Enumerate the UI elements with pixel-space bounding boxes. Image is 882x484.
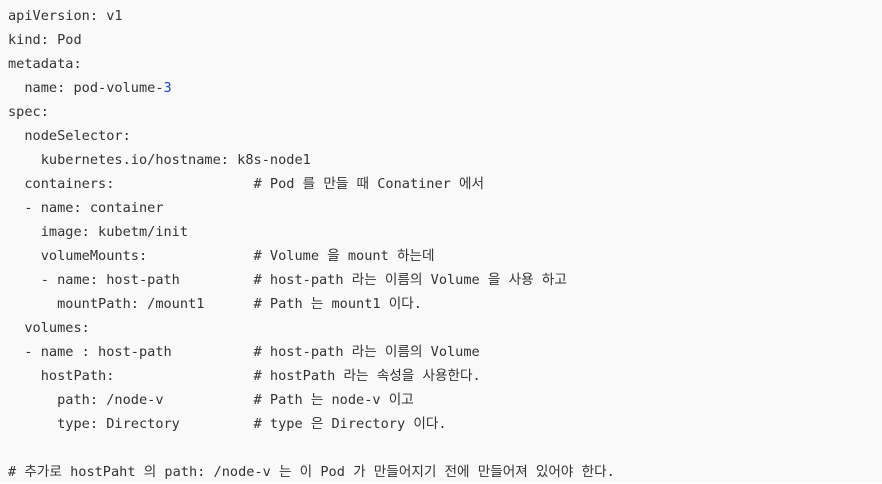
code-line: - name: host-path # host-path 라는 이름의 Vol… xyxy=(8,272,567,288)
code-line: image: kubetm/init xyxy=(8,224,189,240)
code-line: - name: container xyxy=(8,200,164,216)
code-line: path: /node-v # Path 는 node-v 이고 xyxy=(8,392,414,408)
code-line: nodeSelector: xyxy=(8,128,131,144)
code-line: apiVersion: v1 xyxy=(8,8,123,24)
code-line: containers: # Pod 를 만들 때 Conatiner 에서 xyxy=(8,176,485,192)
code-line: mountPath: /mount1 # Path 는 mount1 이다. xyxy=(8,296,422,312)
code-line: - name : host-path # host-path 라는 이름의 Vo… xyxy=(8,344,480,360)
code-line-empty xyxy=(8,436,882,460)
code-line: kind: Pod xyxy=(8,32,82,48)
code-line: hostPath: # hostPath 라는 속성을 사용한다. xyxy=(8,368,481,384)
code-viewer: apiVersion: v1 kind: Pod metadata: name: p… xyxy=(0,0,882,483)
code-text: name: pod-volume- xyxy=(8,80,164,96)
code-line: name: pod-volume-3 xyxy=(8,76,882,100)
code-line: volumes: xyxy=(8,320,90,336)
code-line: type: Directory # type 은 Directory 이다. xyxy=(8,416,447,432)
code-line: volumeMounts: # Volume 을 mount 하는데 xyxy=(8,248,435,264)
code-comment-line: # 추가로 hostPaht 의 path: /node-v 는 이 Pod 가… xyxy=(8,464,615,480)
code-line: spec: xyxy=(8,104,49,120)
code-line: metadata: xyxy=(8,56,82,72)
number-literal: 3 xyxy=(163,80,172,96)
yaml-code-block: apiVersion: v1 kind: Pod metadata: name: p… xyxy=(0,0,882,484)
code-line: kubernetes.io/hostname: k8s-node1 xyxy=(8,152,311,168)
